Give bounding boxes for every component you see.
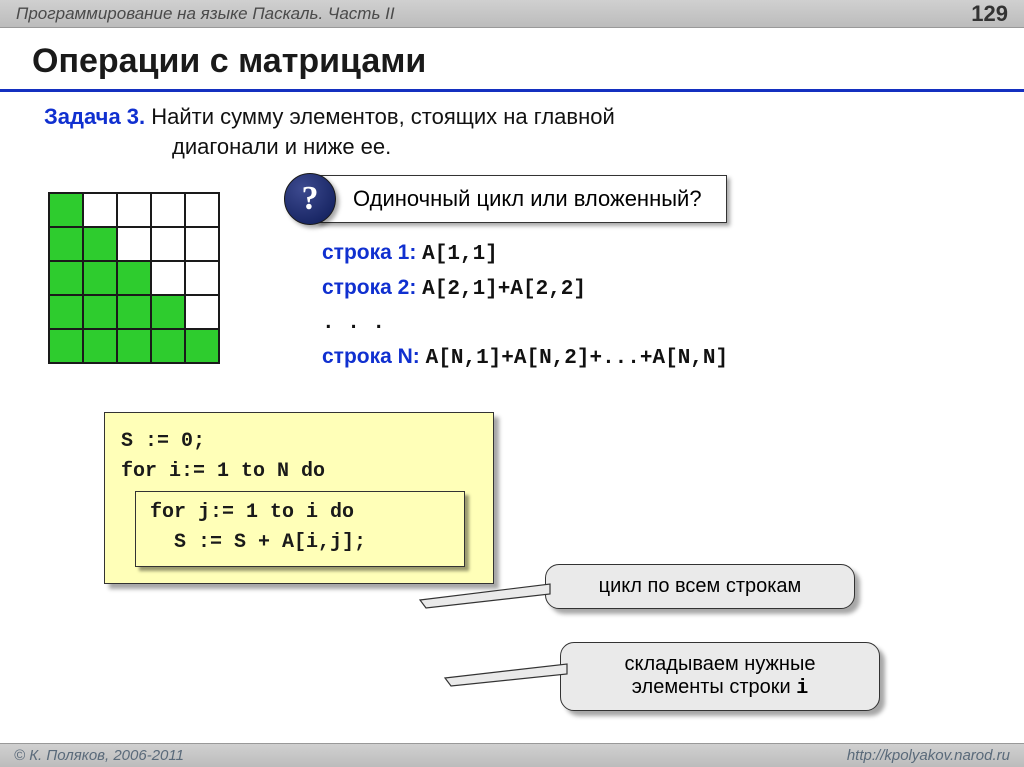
callout-inner-loop: складываем нужные элементы строки i — [560, 642, 880, 711]
matrix-cell — [49, 329, 83, 363]
inner-code-box: for j:= 1 to i do S := S + A[i,j]; — [135, 491, 465, 567]
matrix-cell — [83, 193, 117, 227]
matrix-cell — [151, 329, 185, 363]
footer-copyright: © К. Поляков, 2006-2011 — [14, 747, 184, 764]
header-subtitle: Программирование на языке Паскаль. Часть… — [16, 4, 395, 24]
matrix-cell — [151, 295, 185, 329]
rown-label: строка N: — [322, 345, 420, 368]
task-text: Задача 3. Найти сумму элементов, стоящих… — [44, 102, 980, 161]
matrix-cell — [83, 329, 117, 363]
matrix-cell — [49, 295, 83, 329]
task-line-2: диагонали и ниже ее. — [44, 132, 980, 162]
page-title: Операции с матрицами — [0, 28, 1024, 92]
question-row: ? Одиночный цикл или вложенный? — [284, 173, 980, 225]
row1-code: A[1,1] — [422, 243, 498, 266]
content-area: Задача 3. Найти сумму элементов, стоящих… — [0, 92, 1024, 584]
matrix-cell — [185, 261, 219, 295]
code-block: S := 0; for i:= 1 to N do for j:= 1 to i… — [104, 412, 494, 584]
callout-outer-loop: цикл по всем строкам — [545, 564, 855, 609]
row2-code: A[2,1]+A[2,2] — [422, 278, 586, 301]
matrix-cell — [117, 295, 151, 329]
matrix-cell — [83, 227, 117, 261]
task-line-1: Найти сумму элементов, стоящих на главно… — [145, 104, 615, 129]
matrix-cell — [151, 193, 185, 227]
matrix-cell — [185, 193, 219, 227]
matrix-cell — [185, 329, 219, 363]
rown-code: A[N,1]+A[N,2]+...+A[N,N] — [426, 347, 728, 370]
matrix-cell — [185, 295, 219, 329]
matrix-cell — [151, 261, 185, 295]
matrix-cell — [49, 193, 83, 227]
arrow-to-callout-2 — [445, 660, 575, 690]
row1-label: строка 1: — [322, 241, 416, 264]
matrix-cell — [117, 329, 151, 363]
code-line-1: S := 0; — [121, 427, 477, 457]
question-box: Одиночный цикл или вложенный? — [316, 175, 727, 223]
matrix-cell — [185, 227, 219, 261]
page-number: 129 — [971, 1, 1008, 27]
code-line-3: for j:= 1 to i do — [150, 498, 450, 528]
matrix-cell — [49, 227, 83, 261]
matrix-cell — [83, 261, 117, 295]
row2-label: строка 2: — [322, 276, 416, 299]
code-line-4: S := S + A[i,j]; — [150, 528, 450, 558]
matrix-cell — [83, 295, 117, 329]
matrix-cell — [117, 261, 151, 295]
task-label: Задача 3. — [44, 104, 145, 129]
footer-bar: © К. Поляков, 2006-2011 http://kpolyakov… — [0, 743, 1024, 767]
matrix-diagram — [48, 192, 220, 364]
matrix-cell — [117, 227, 151, 261]
code-line-2: for i:= 1 to N do — [121, 457, 477, 487]
arrow-to-callout-1 — [420, 582, 560, 612]
matrix-cell — [151, 227, 185, 261]
footer-url: http://kpolyakov.narod.ru — [847, 747, 1010, 764]
row-dots: . . . — [322, 312, 385, 335]
matrix-cell — [49, 261, 83, 295]
row-examples: строка 1: A[1,1] строка 2: A[2,1]+A[2,2]… — [322, 237, 980, 375]
header-bar: Программирование на языке Паскаль. Часть… — [0, 0, 1024, 28]
question-mark-icon: ? — [284, 173, 336, 225]
matrix-cell — [117, 193, 151, 227]
code-block-wrap: S := 0; for i:= 1 to N do for j:= 1 to i… — [104, 412, 494, 584]
